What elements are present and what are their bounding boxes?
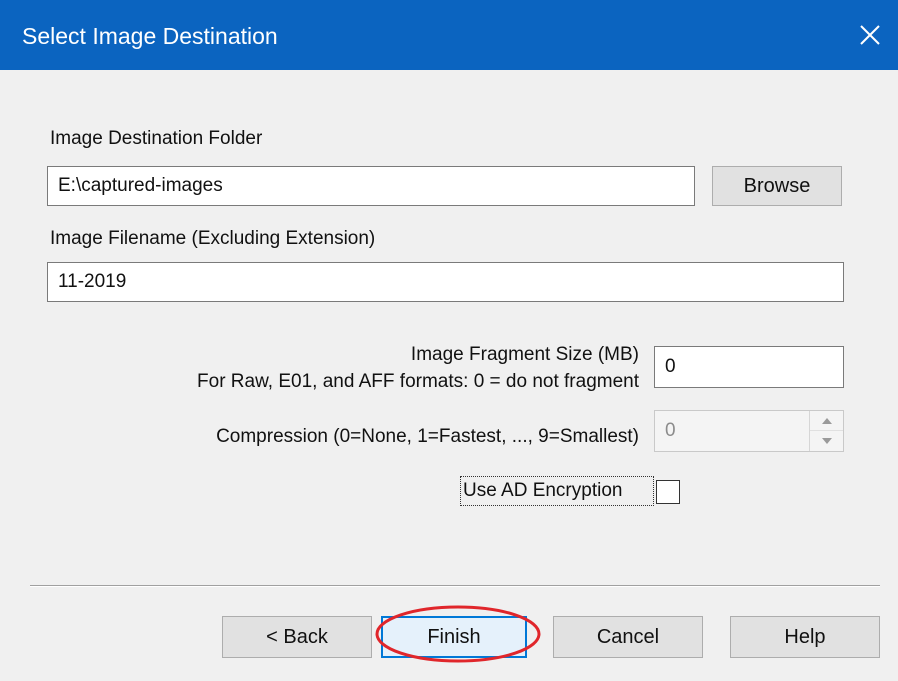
help-button[interactable]: Help: [730, 616, 880, 658]
encryption-checkbox[interactable]: [656, 480, 680, 504]
compression-spinner: 0: [654, 410, 844, 452]
dialog-body: Image Destination Folder E:\captured-ima…: [0, 70, 898, 681]
filename-label: Image Filename (Excluding Extension): [50, 228, 376, 249]
cancel-button[interactable]: Cancel: [553, 616, 703, 658]
close-icon: [860, 25, 880, 45]
destination-folder-input[interactable]: E:\captured-images: [47, 166, 695, 206]
compression-value: 0: [665, 420, 676, 441]
window-title: Select Image Destination: [22, 23, 278, 49]
chevron-up-icon: [821, 417, 832, 424]
compression-spin-buttons: [809, 411, 843, 451]
chevron-down-icon: [821, 438, 832, 444]
close-button[interactable]: [842, 0, 898, 70]
fragment-size-input[interactable]: 0: [654, 346, 844, 388]
fragment-size-hint: For Raw, E01, and AFF formats: 0 = do no…: [197, 371, 639, 392]
destination-folder-label: Image Destination Folder: [50, 128, 263, 149]
encryption-label[interactable]: Use AD Encryption: [463, 480, 622, 502]
fragment-size-label: Image Fragment Size (MB): [410, 344, 639, 365]
compression-label: Compression (0=None, 1=Fastest, ..., 9=S…: [216, 426, 639, 447]
filename-input[interactable]: 11-2019: [47, 262, 844, 302]
back-button[interactable]: < Back: [222, 616, 372, 658]
spin-up-button: [810, 411, 843, 431]
separator: [30, 585, 880, 587]
title-bar: Select Image Destination: [0, 0, 898, 70]
spin-down-button: [810, 431, 843, 451]
finish-button[interactable]: Finish: [381, 616, 527, 658]
browse-button[interactable]: Browse: [712, 166, 842, 206]
